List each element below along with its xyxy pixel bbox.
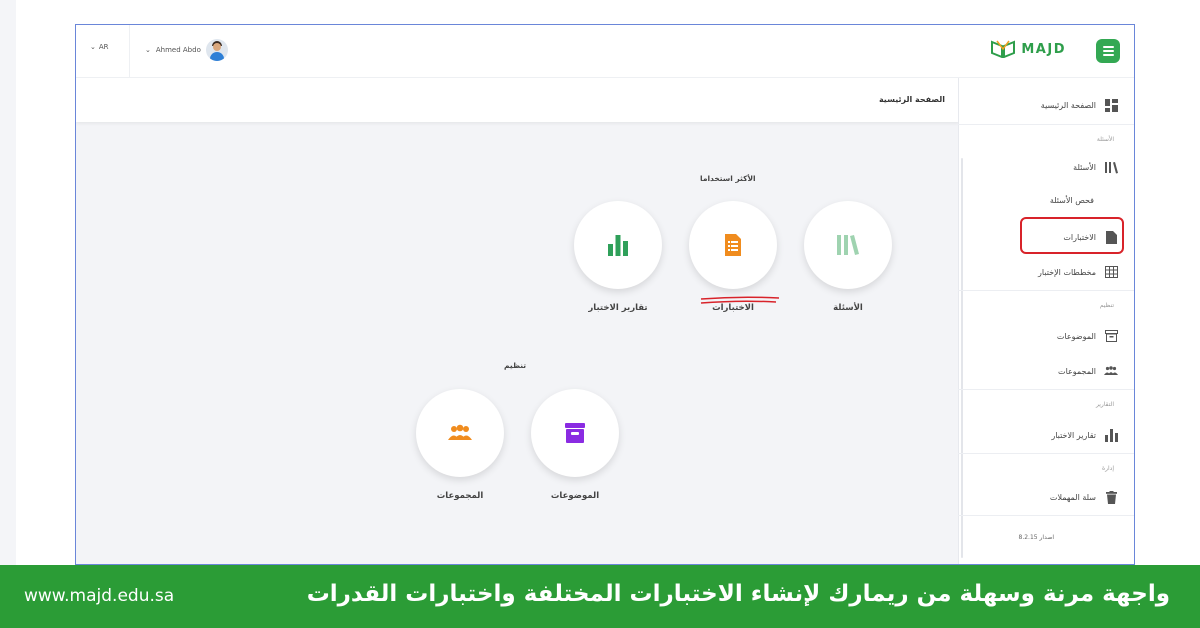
sidebar-divider [958,290,1134,291]
users-group-icon [448,424,472,440]
dashboard-icon [1104,98,1118,112]
sidebar-scrollbar[interactable] [961,158,963,558]
sidebar-item-label: الموضوعات [1056,331,1096,341]
sidebar-divider [958,515,1134,516]
document-icon [1104,230,1118,244]
bar-chart-icon [1104,428,1118,442]
bar-chart-icon [608,235,628,256]
page-header: الصفحة الرئيسية [76,78,959,122]
organize-label: تنظيم [504,361,527,370]
table-grid-icon [1104,265,1118,279]
sidebar-section-header: إدارة [1101,465,1114,472]
logo-text: MAJD [1021,41,1066,57]
sidebar-item-exam-reports[interactable]: تقارير الاختبار [1051,428,1118,442]
most-used-label: الأكثر استخداما [700,174,756,183]
sidebar-item-label: المجموعات [1058,366,1096,376]
trash-icon [1104,490,1118,504]
topbar-divider [129,25,130,78]
sidebar-section-header: تنظيم [1099,302,1114,309]
sidebar-item-review-questions[interactable]: فحص الأسئلة [1050,196,1094,205]
main-content: الصفحة الرئيسية الأكثر استخداما الأسئلة [76,78,959,564]
hamburger-menu-button[interactable] [1096,39,1120,63]
sidebar-section-header: التقارير [1095,401,1114,408]
sidebar-item-label: الأسئلة [1073,162,1096,172]
library-icon [837,235,859,255]
language-selector[interactable]: ⌄ AR [90,43,109,51]
chevron-down-icon: ⌄ [90,43,96,51]
sidebar-item-groups[interactable]: المجموعات [1058,364,1118,378]
sidebar: الصفحة الرئيسية الأسئلة الأسئلة فحص الأس… [958,78,1134,564]
avatar [205,39,228,61]
sidebar-divider [958,124,1134,125]
sidebar-item-label: مخططات الإختبار [1038,267,1096,277]
tile-questions-label: الأسئلة [833,303,863,313]
sidebar-item-label: تقارير الاختبار [1051,430,1096,440]
tile-exam-reports[interactable]: تقارير الاختبار [574,201,662,313]
sidebar-item-label: سلة المهملات [1049,492,1096,502]
book-logo-icon [991,40,1016,58]
sidebar-item-exams[interactable]: الاختبارات [1063,230,1118,244]
sidebar-divider [958,453,1134,454]
user-name: Ahmed Abdo [155,46,201,54]
tile-topics-circle[interactable] [531,389,619,477]
language-label: AR [98,43,109,51]
sidebar-item-home[interactable]: الصفحة الرئيسية [1041,98,1118,112]
sidebar-divider [958,389,1134,390]
banner-headline: واجهة مرنة وسهلة من ريمارك لإنشاء الاختب… [306,581,1170,607]
archive-box-icon [1104,329,1118,343]
left-margin-strip [0,0,16,565]
archive-box-icon [565,423,585,443]
tile-groups-label: المجموعات [436,491,484,501]
sidebar-item-label: الصفحة الرئيسية [1040,100,1096,110]
chevron-down-icon: ⌄ [145,46,151,54]
tile-exam-reports-circle[interactable] [574,201,662,289]
sidebar-section-header: الأسئلة [1096,136,1114,143]
document-icon [725,234,741,256]
page-title: الصفحة الرئيسية [878,95,945,104]
top-bar: ⌄ AR ⌄ Ahmed Abdo MAJD [76,25,1134,78]
majd-logo: MAJD [990,40,1066,58]
tile-exams-circle[interactable] [689,201,777,289]
tile-topics-label: الموضوعات [550,491,600,501]
sidebar-item-exam-plans[interactable]: مخططات الإختبار [1038,265,1118,279]
website-url: www.majd.edu.sa [24,586,175,606]
tile-groups[interactable]: المجموعات [416,389,504,501]
user-menu[interactable]: ⌄ Ahmed Abdo [145,39,228,61]
users-group-icon [1104,364,1118,378]
sidebar-item-label: الاختبارات [1063,232,1096,242]
app-window: ⌄ AR ⌄ Ahmed Abdo MAJD الصفحة الرئيسية ا… [75,24,1135,565]
sidebar-item-recycle-bin[interactable]: سلة المهملات [1050,490,1118,504]
promo-banner: www.majd.edu.sa واجهة مرنة وسهلة من ريما… [0,565,1200,628]
tile-questions[interactable]: الأسئلة [804,201,892,313]
tile-groups-circle[interactable] [416,389,504,477]
handdrawn-underline [700,296,780,304]
sidebar-item-label: فحص الأسئلة [1049,196,1094,205]
tile-topics[interactable]: الموضوعات [531,389,619,501]
sidebar-item-questions[interactable]: الأسئلة [1073,160,1118,174]
tile-questions-circle[interactable] [804,201,892,289]
sidebar-item-topics[interactable]: الموضوعات [1057,329,1118,343]
version-label: اصدار 8.2.15 [1018,534,1054,541]
library-icon [1104,160,1118,174]
tile-exam-reports-label: تقارير الاختبار [588,303,648,313]
